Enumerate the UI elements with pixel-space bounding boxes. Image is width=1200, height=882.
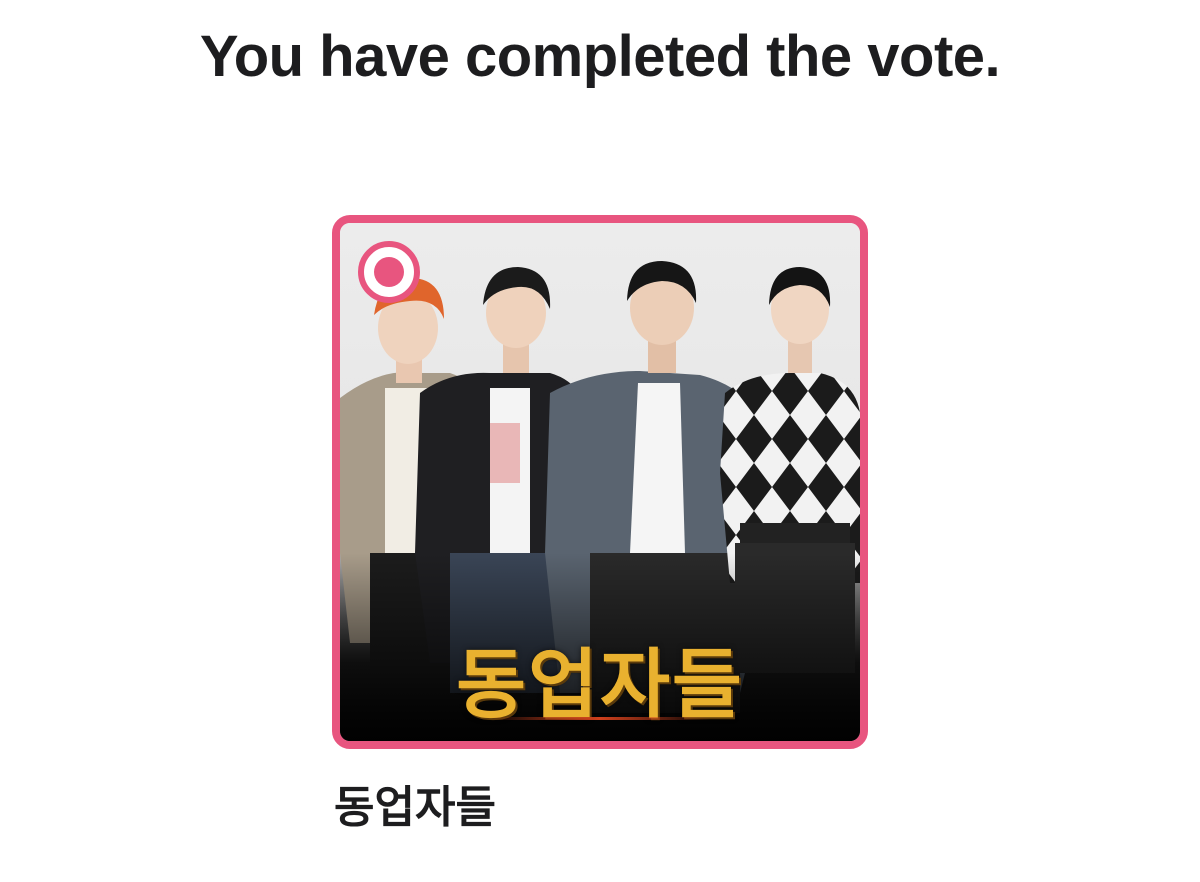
poster-logo-underline (490, 717, 710, 720)
radio-selected-icon[interactable] (358, 241, 420, 303)
candidate-card[interactable]: 동업자들 (332, 215, 868, 749)
vote-complete-page: You have completed the vote. 동업자들 동업자들 (0, 0, 1200, 882)
radio-dot (374, 257, 404, 287)
candidate-name: 동업자들 (334, 782, 496, 833)
page-title: You have completed the vote. (199, 24, 1001, 89)
